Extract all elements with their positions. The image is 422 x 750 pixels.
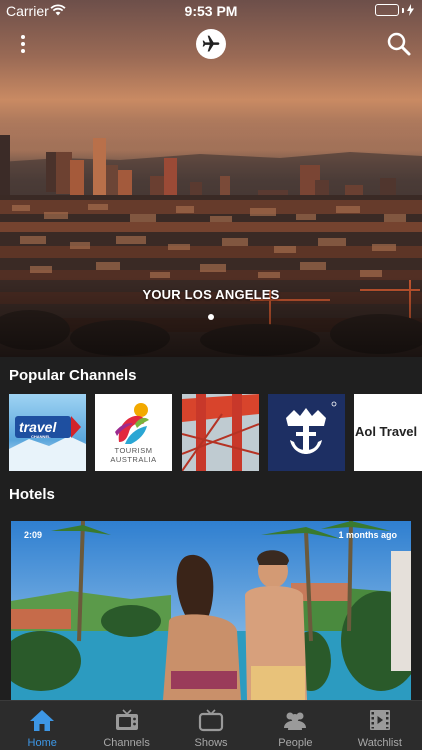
channel-bridge[interactable] bbox=[182, 394, 259, 471]
more-vertical-icon[interactable] bbox=[14, 32, 32, 56]
channel-royal-caribbean[interactable] bbox=[268, 394, 345, 471]
tv-icon bbox=[196, 707, 226, 733]
page-dot-active[interactable] bbox=[208, 314, 214, 320]
film-icon bbox=[365, 707, 395, 733]
search-icon[interactable] bbox=[386, 31, 412, 57]
tab-people[interactable]: People bbox=[253, 701, 337, 750]
status-bar: Carrier 9:53 PM bbox=[0, 0, 422, 22]
charging-icon bbox=[407, 4, 414, 16]
people-icon bbox=[280, 707, 310, 733]
channel-name: Aol Travel bbox=[355, 424, 418, 439]
hotel-video-card[interactable]: 2:09 1 months ago bbox=[11, 521, 411, 700]
clock: 9:53 PM bbox=[184, 3, 238, 19]
video-duration: 2:09 bbox=[24, 530, 43, 540]
airplane-icon[interactable] bbox=[196, 29, 226, 59]
section-title-hotels: Hotels bbox=[9, 486, 55, 503]
tab-home[interactable]: Home bbox=[0, 701, 84, 750]
video-age: 1 months ago bbox=[338, 530, 397, 540]
channel-subtitle: CHANNEL bbox=[31, 434, 51, 439]
hotel-video-thumbnail bbox=[11, 521, 411, 700]
tab-bar: Home Channels Shows People Watchlist bbox=[0, 700, 422, 750]
crown-anchor-icon bbox=[286, 401, 337, 454]
channel-aol-travel[interactable]: Aol Travel bbox=[354, 394, 422, 471]
tab-shows[interactable]: Shows bbox=[169, 701, 253, 750]
tab-label: Channels bbox=[103, 737, 150, 749]
battery-indicator bbox=[375, 4, 414, 16]
battery-icon bbox=[375, 4, 399, 16]
bridge-thumbnail bbox=[182, 394, 259, 471]
channel-subtitle: AUSTRALIA bbox=[110, 455, 157, 464]
tab-label: Home bbox=[27, 737, 57, 749]
channel-name: TOURISM bbox=[114, 446, 153, 455]
channel-travel-channel[interactable]: travel CHANNEL bbox=[9, 394, 86, 471]
page-indicator bbox=[0, 314, 422, 320]
section-title-popular-channels: Popular Channels bbox=[9, 367, 137, 384]
tab-label: Watchlist bbox=[357, 737, 402, 749]
tab-channels[interactable]: Channels bbox=[84, 701, 168, 750]
tab-watchlist[interactable]: Watchlist bbox=[338, 701, 422, 750]
channel-tourism-australia[interactable]: TOURISM AUSTRALIA bbox=[95, 394, 172, 471]
tv-icon bbox=[112, 707, 142, 733]
tab-label: Shows bbox=[194, 737, 228, 749]
hero-title: YOUR LOS ANGELES bbox=[142, 287, 280, 302]
home-icon bbox=[27, 707, 57, 733]
tab-label: People bbox=[278, 737, 313, 749]
channels-carousel[interactable]: travel CHANNEL TOURISM AUSTRALIA Aol Tra… bbox=[9, 394, 422, 471]
channel-name: travel bbox=[19, 419, 57, 435]
